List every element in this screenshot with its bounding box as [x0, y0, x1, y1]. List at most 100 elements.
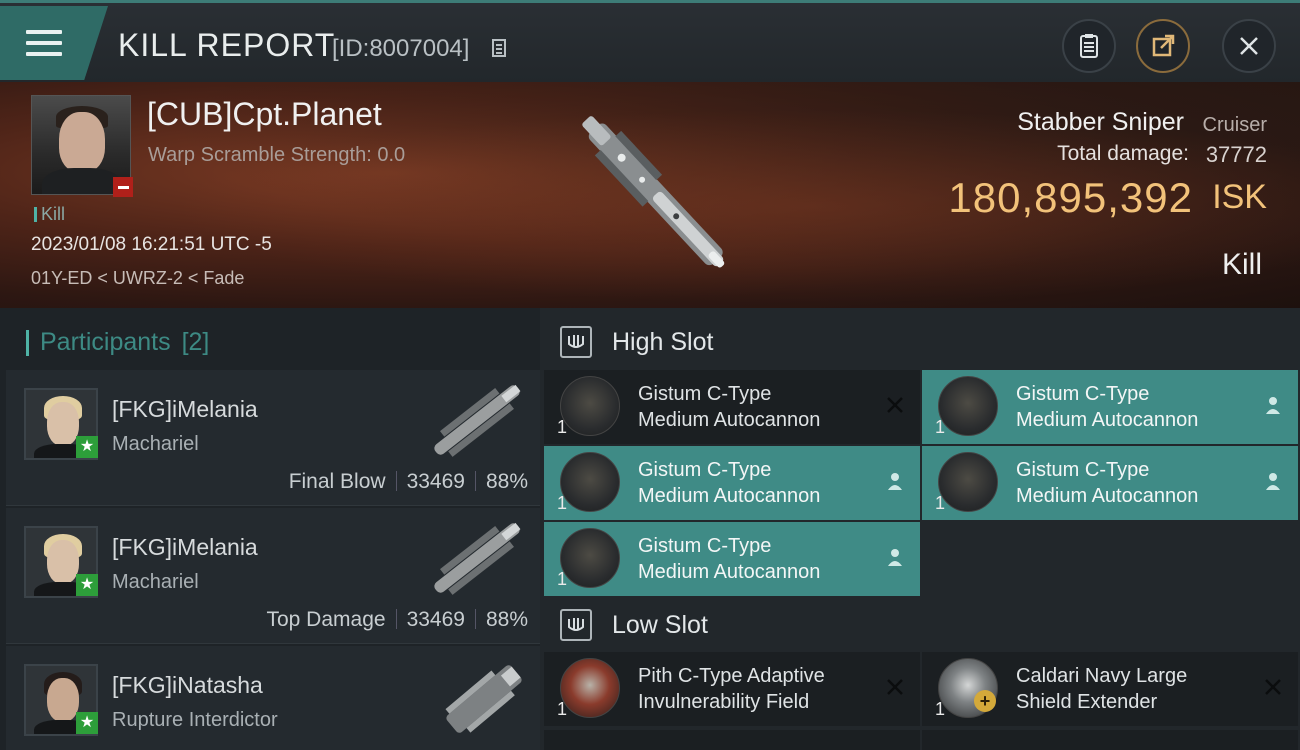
module-quantity: 1: [557, 699, 568, 719]
module-name-line1: Gistum C-Type: [638, 383, 772, 405]
kill-location[interactable]: 01Y-ED < UWRZ-2 < Fade: [31, 268, 244, 289]
shield-hardener-icon: [560, 658, 620, 718]
participant-row[interactable]: ★ [FKG]iNatasha Rupture Interdictor: [6, 646, 540, 750]
module-slot[interactable]: 1 Gistum C-Type Medium Autocannon: [544, 446, 920, 520]
participant-stats: Final Blow 33469 88%: [289, 470, 528, 494]
participant-ship-image: [434, 522, 521, 595]
victim-ship-image[interactable]: [545, 88, 765, 303]
module-name-line1: Gistum C-Type: [638, 459, 772, 481]
participant-role: Top Damage: [266, 608, 386, 631]
participant-ship-image: [445, 665, 522, 733]
module-name-line1: Pith C-Type Adaptive: [638, 665, 825, 687]
share-icon: [1152, 34, 1175, 57]
dropped-person-icon: [1260, 468, 1286, 494]
participant-name: [FKG]iNatasha: [112, 672, 263, 698]
hamburger-icon: [26, 30, 62, 63]
participant-damage: 33469: [406, 608, 465, 631]
warp-scramble-strength: Warp Scramble Strength: 0.0: [148, 144, 406, 166]
participant-damage: 33469: [406, 470, 465, 493]
module-name-line2: Medium Autocannon: [638, 561, 821, 583]
module-name-line1: Gistum C-Type: [638, 535, 772, 557]
close-icon: [1240, 37, 1258, 55]
module-name-line1: Caldari Navy Large: [1016, 665, 1188, 687]
module-quantity: 1: [557, 569, 568, 589]
copy-icon[interactable]: [492, 39, 506, 57]
participant-row[interactable]: ★ [FKG]iMelania Machariel Final Blow 3346…: [6, 370, 540, 506]
isk-value: 180,895,392: [948, 174, 1193, 221]
module-name-line1: Gistum C-Type: [1016, 459, 1150, 481]
clipboard-button[interactable]: [1062, 19, 1116, 73]
module-slot[interactable]: [922, 730, 1298, 750]
dropped-person-icon: [1260, 392, 1286, 418]
participant-name: [FKG]iMelania: [112, 396, 258, 422]
module-slot[interactable]: [544, 730, 920, 750]
participants-label: Participants: [40, 328, 171, 356]
module-name-line2: Medium Autocannon: [638, 485, 821, 507]
victim-ship-name[interactable]: Stabber Sniper: [1017, 108, 1184, 137]
participant-percent: 88%: [485, 608, 528, 631]
autocannon-icon: [560, 452, 620, 512]
module-quantity: 1: [557, 493, 568, 513]
participants-panel: Participants [2] ★ [FKG]iMelania Machari…: [0, 308, 540, 750]
module-name: Gistum C-Type Medium Autocannon: [638, 457, 820, 509]
module-quantity: 1: [935, 417, 946, 437]
kill-datetime: 2023/01/08 16:21:51 UTC -5: [31, 234, 272, 255]
standing-negative-icon: [113, 177, 133, 197]
high-slot-header: High Slot: [560, 321, 713, 363]
module-name-line1: Gistum C-Type: [1016, 383, 1150, 405]
kill-result-label: Kill: [1221, 248, 1262, 281]
participants-header[interactable]: Participants [2]: [26, 328, 209, 357]
module-slot[interactable]: 1 Gistum C-Type Medium Autocannon: [544, 370, 920, 444]
victim-ship-class: Cruiser: [1202, 114, 1267, 136]
high-slot-icon: [560, 326, 592, 358]
victim-name[interactable]: [CUB]Cpt.Planet: [147, 96, 382, 133]
total-damage-value: 37772: [1205, 142, 1267, 167]
participant-ship-image: [434, 384, 521, 457]
plus-icon: +: [974, 690, 996, 712]
close-button[interactable]: [1222, 19, 1276, 73]
low-slot-icon: [560, 609, 592, 641]
clipboard-icon: [1080, 34, 1098, 58]
total-damage-label: Total damage:: [1057, 142, 1189, 165]
low-slot-title: Low Slot: [612, 610, 708, 639]
participant-ship: Machariel: [112, 433, 199, 455]
autocannon-icon: [938, 452, 998, 512]
module-name-line2: Medium Autocannon: [1016, 409, 1199, 431]
module-name: Pith C-Type Adaptive Invulnerability Fiel…: [638, 663, 825, 715]
star-icon: ★: [76, 436, 98, 458]
share-button[interactable]: [1136, 19, 1190, 73]
module-name: Gistum C-Type Medium Autocannon: [638, 533, 820, 585]
module-slot[interactable]: 1 Gistum C-Type Medium Autocannon: [544, 522, 920, 596]
destroyed-x-icon: [1260, 674, 1286, 700]
module-name: Caldari Navy Large Shield Extender: [1016, 663, 1187, 715]
menu-button[interactable]: [0, 6, 108, 80]
module-name: Gistum C-Type Medium Autocannon: [1016, 381, 1198, 433]
destroyed-x-icon: [882, 674, 908, 700]
autocannon-icon: [938, 376, 998, 436]
page-title: KILL REPORT: [118, 27, 336, 63]
victim-banner: [CUB]Cpt.Planet Warp Scramble Strength: …: [0, 82, 1300, 308]
destroyed-x-icon: [882, 392, 908, 418]
module-name-line2: Medium Autocannon: [638, 409, 821, 431]
module-slot[interactable]: 1 Gistum C-Type Medium Autocannon: [922, 370, 1298, 444]
participant-name: [FKG]iMelania: [112, 534, 258, 560]
module-slot[interactable]: + 1 Caldari Navy Large Shield Extender: [922, 652, 1298, 726]
module-name-line2: Invulnerability Field: [638, 691, 810, 713]
fitting-panel: High Slot 1 Gistum C-Type Medium Autocann…: [540, 308, 1300, 750]
participant-row[interactable]: ★ [FKG]iMelania Machariel Top Damage 3346…: [6, 508, 540, 644]
star-icon: ★: [76, 574, 98, 596]
participant-stats: Top Damage 33469 88%: [266, 608, 528, 632]
module-slot[interactable]: 1 Gistum C-Type Medium Autocannon: [922, 446, 1298, 520]
module-name-line2: Shield Extender: [1016, 691, 1158, 713]
low-slot-header: Low Slot: [560, 604, 708, 646]
isk-unit: ISK: [1212, 178, 1267, 216]
module-quantity: 1: [935, 699, 946, 719]
module-slot[interactable]: 1 Pith C-Type Adaptive Invulnerability Fi…: [544, 652, 920, 726]
report-id: [ID:8007004]: [332, 35, 470, 62]
autocannon-icon: [560, 376, 620, 436]
top-bar: KILL REPORT [ID:8007004]: [0, 0, 1300, 82]
participants-count: [2]: [181, 328, 210, 356]
module-name: Gistum C-Type Medium Autocannon: [638, 381, 820, 433]
module-quantity: 1: [935, 493, 946, 513]
dropped-person-icon: [882, 468, 908, 494]
